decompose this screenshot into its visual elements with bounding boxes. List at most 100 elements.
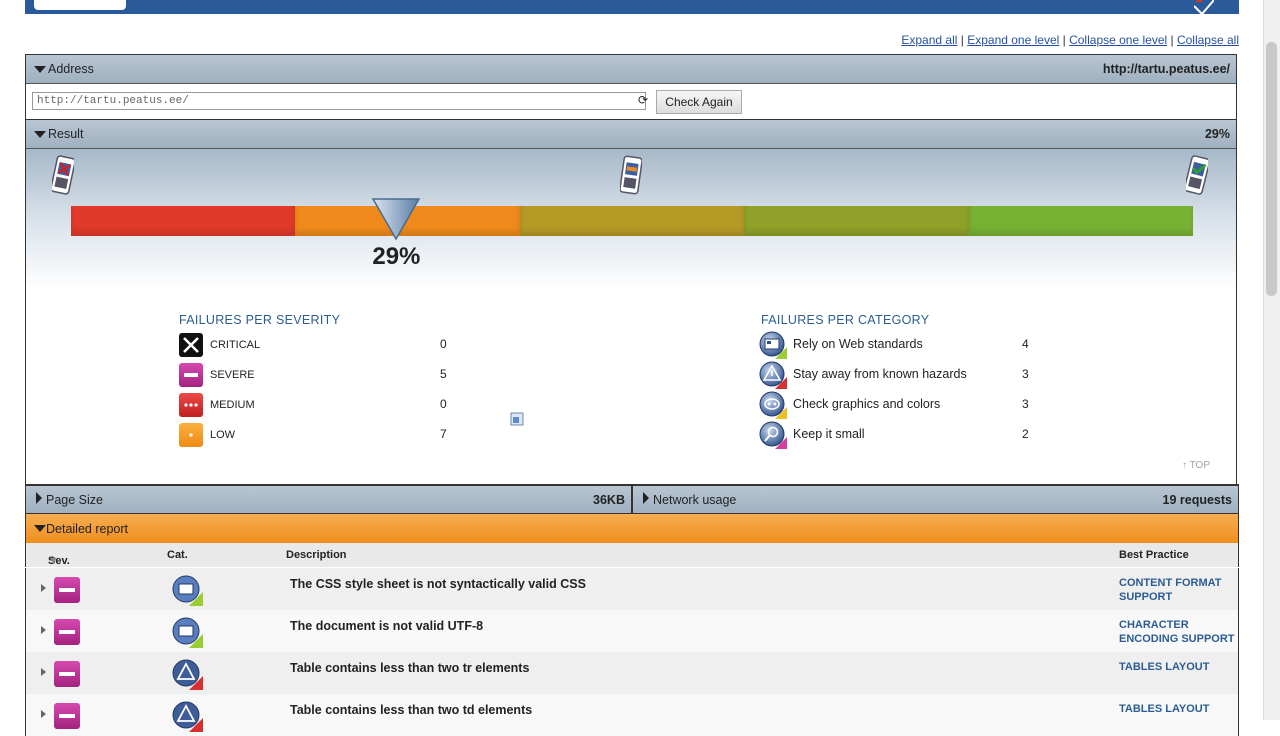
broken-image-icon: [510, 412, 524, 426]
sort-arrow-icon: ▼: [48, 555, 59, 567]
address-header[interactable]: Address http://tartu.peatus.ee/: [26, 55, 1236, 84]
severity-count: 7: [440, 427, 447, 441]
summary-bar: Page Size 36KB Network usage 19 requests: [25, 484, 1239, 514]
hazard-warning-icon: [172, 701, 203, 732]
collapse-one-level-link[interactable]: Collapse one level: [1069, 33, 1167, 47]
category-row-small: Keep it small: [759, 421, 865, 449]
site-banner: [25, 0, 1239, 14]
address-title: Address: [48, 62, 94, 76]
row-best-practice-link[interactable]: CHARACTER ENCODING SUPPORT: [1119, 618, 1239, 646]
expand-arrow-icon: [643, 492, 649, 504]
table-row[interactable]: The document is not valid UTF-8 CHARACTE…: [25, 610, 1239, 652]
column-description[interactable]: Description: [286, 549, 347, 561]
result-score: 29%: [1204, 127, 1230, 141]
page-size-value: 36KB: [593, 492, 625, 507]
phone-fail-icon: [52, 155, 74, 195]
failures-severity-title: FAILURES PER SEVERITY: [179, 313, 341, 327]
expand-all-link[interactable]: Expand all: [901, 33, 957, 47]
category-count: 3: [1022, 367, 1029, 381]
category-label: Stay away from known hazards: [793, 367, 967, 381]
category-label: Check graphics and colors: [793, 397, 941, 411]
low-icon: [179, 423, 203, 447]
category-row-hazards: Stay away from known hazards: [759, 361, 967, 389]
severity-count: 5: [440, 367, 447, 381]
web-standards-icon: [759, 331, 787, 359]
critical-icon: [179, 333, 203, 357]
page-size-label: Page Size: [46, 493, 103, 507]
row-best-practice-link[interactable]: CONTENT FORMAT SUPPORT: [1119, 576, 1239, 604]
table-row[interactable]: The CSS style sheet is not syntactically…: [25, 568, 1239, 610]
row-expand-icon[interactable]: [41, 668, 46, 676]
collapse-all-link[interactable]: Collapse all: [1177, 33, 1239, 47]
severity-label: CRITICAL: [210, 339, 261, 351]
row-description: Table contains less than two td elements: [290, 703, 533, 717]
detailed-report-header[interactable]: Detailed report: [25, 514, 1239, 543]
table-row[interactable]: Table contains less than two td elements…: [25, 694, 1239, 736]
category-count: 3: [1022, 397, 1029, 411]
result-section: Result 29% 29% FAILURES PER SEVERITY CRI…: [25, 119, 1237, 485]
phone-neutral-icon: [620, 155, 642, 195]
collapse-arrow-icon: [34, 130, 46, 138]
score-percentage: 29%: [372, 243, 421, 270]
category-row-web-standards: Rely on Web standards: [759, 331, 923, 359]
graphics-colors-icon: [759, 391, 787, 419]
back-to-top-link[interactable]: ↑ TOP: [1182, 460, 1210, 471]
severity-row-low: LOW: [179, 423, 235, 447]
score-bar-segment: [519, 206, 745, 236]
expand-arrow-icon: [36, 492, 42, 504]
keep-small-icon: [759, 421, 787, 449]
severity-label: MEDIUM: [210, 399, 255, 411]
web-standards-icon: [172, 575, 203, 606]
scrollbar-thumb[interactable]: [1266, 42, 1277, 296]
column-best-practice[interactable]: Best Practice: [1119, 549, 1189, 561]
hazard-warning-icon: [172, 659, 203, 690]
row-best-practice-link[interactable]: TABLES LAYOUT: [1119, 660, 1239, 674]
severe-icon: [54, 661, 80, 687]
category-label: Rely on Web standards: [793, 337, 923, 351]
network-usage-value: 19 requests: [1162, 492, 1232, 507]
failures-category-title: FAILURES PER CATEGORY: [761, 313, 930, 327]
score-bar-segment: [71, 206, 296, 236]
row-expand-icon[interactable]: [41, 710, 46, 718]
phone-pass-icon: [1186, 155, 1208, 195]
expand-one-level-link[interactable]: Expand one level: [967, 33, 1059, 47]
severity-row-critical: CRITICAL: [179, 333, 260, 357]
expand-collapse-links: Expand all | Expand one level | Collapse…: [901, 33, 1239, 47]
page-size-header[interactable]: Page Size 36KB: [26, 486, 631, 513]
category-count: 2: [1022, 427, 1029, 441]
row-description: The document is not valid UTF-8: [290, 619, 484, 633]
table-row[interactable]: Table contains less than two tr elements…: [25, 652, 1239, 694]
row-description: The CSS style sheet is not syntactically…: [290, 577, 586, 591]
vertical-scrollbar[interactable]: [1263, 0, 1280, 720]
result-header[interactable]: Result 29%: [26, 120, 1236, 149]
medium-icon: [179, 393, 203, 417]
row-expand-icon[interactable]: [41, 584, 46, 592]
address-url-display: http://tartu.peatus.ee/: [1102, 62, 1230, 76]
reload-icon[interactable]: ⟳: [638, 93, 648, 107]
severity-label: SEVERE: [210, 369, 255, 381]
brand-emblem-icon: [1194, 0, 1214, 14]
severe-icon: [179, 363, 203, 387]
category-count: 4: [1022, 337, 1029, 351]
collapse-arrow-icon: [34, 65, 46, 73]
severity-row-severe: SEVERE: [179, 363, 255, 387]
row-best-practice-link[interactable]: TABLES LAYOUT: [1119, 702, 1239, 716]
url-input[interactable]: http://tartu.peatus.ee/: [32, 92, 646, 110]
severe-icon: [54, 703, 80, 729]
severity-label: LOW: [210, 429, 236, 441]
check-again-button[interactable]: Check Again: [656, 90, 742, 114]
severity-count: 0: [440, 337, 447, 351]
site-logo: [34, 0, 126, 10]
category-row-graphics: Check graphics and colors: [759, 391, 941, 419]
network-usage-header[interactable]: Network usage 19 requests: [631, 486, 1238, 513]
row-expand-icon[interactable]: [41, 626, 46, 634]
severe-icon: [54, 619, 80, 645]
network-usage-label: Network usage: [653, 493, 737, 507]
score-bar: [71, 206, 1194, 236]
row-description: Table contains less than two tr elements: [290, 661, 530, 675]
result-title: Result: [48, 127, 84, 141]
severity-count: 0: [440, 397, 447, 411]
web-standards-icon: [172, 617, 203, 648]
collapse-arrow-icon: [34, 525, 46, 532]
column-cat[interactable]: Cat.: [167, 549, 188, 561]
